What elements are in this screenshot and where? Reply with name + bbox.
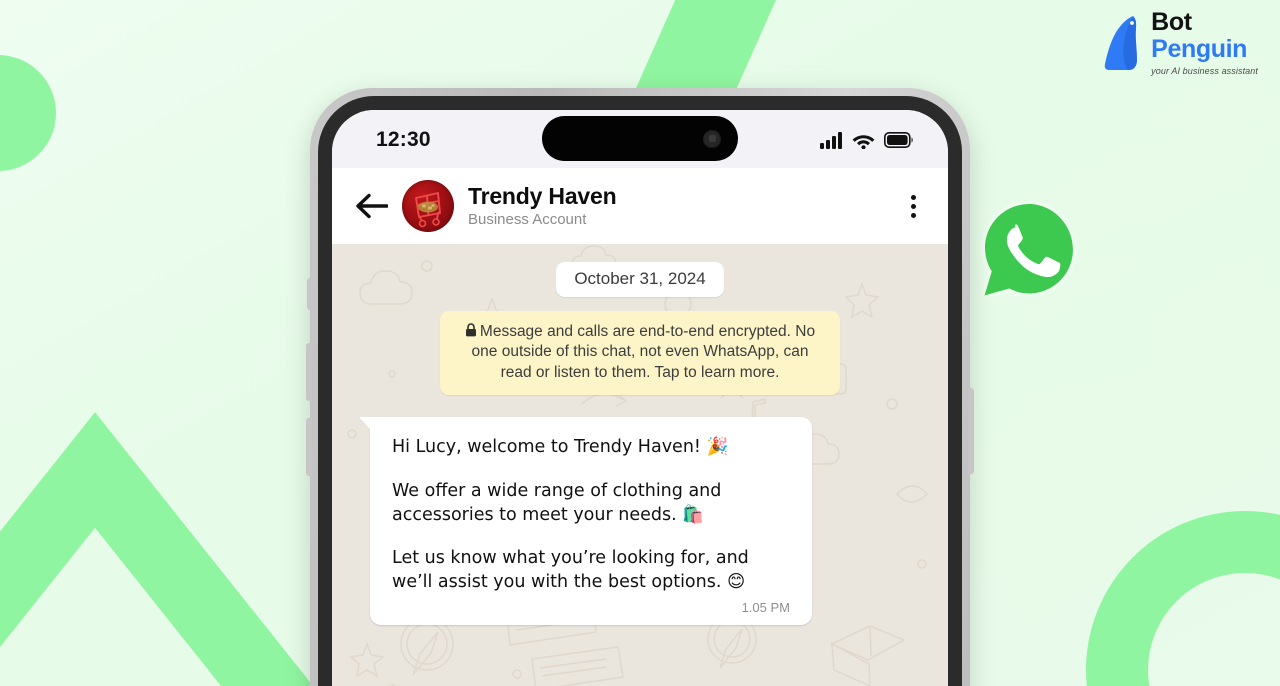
status-bar: 12:30 (332, 110, 948, 168)
decorative-ring-shape (1086, 511, 1280, 686)
avatar[interactable] (402, 180, 454, 232)
logo-text-penguin: Penguin (1151, 35, 1247, 63)
lock-icon (465, 323, 476, 337)
contact-subtitle: Business Account (468, 210, 587, 228)
volume-up-button[interactable] (306, 343, 312, 401)
status-bar-icons (820, 130, 914, 149)
power-button[interactable] (968, 388, 974, 474)
phone-mockup: 12:30 Trendy Haven Business Account Octo… (306, 88, 974, 686)
wifi-icon (852, 134, 875, 149)
botpenguin-logo: Bot Penguin your AI business assistant (1103, 10, 1258, 76)
date-divider: October 31, 2024 (556, 262, 724, 297)
whatsapp-logo-icon (984, 204, 1073, 296)
contact-name: Trendy Haven (468, 182, 617, 209)
logo-text-bot: Bot (1151, 8, 1192, 36)
back-arrow-icon[interactable] (356, 193, 388, 219)
message-paragraph: We offer a wide range of clothing and ac… (392, 480, 722, 525)
logo-tagline: your AI business assistant (1151, 66, 1258, 76)
chat-header-text: Trendy Haven Business Account (468, 183, 891, 230)
encryption-notice-text: Message and calls are end-to-end encrypt… (471, 323, 816, 381)
volume-down-button[interactable] (306, 418, 312, 476)
kebab-dot (911, 194, 916, 200)
kebab-dot (911, 212, 916, 218)
kebab-menu-icon[interactable] (905, 189, 922, 224)
dynamic-island (542, 116, 738, 161)
chat-content: October 31, 2024 Message and calls are e… (332, 262, 948, 626)
front-camera-icon (703, 129, 721, 148)
chat-body: October 31, 2024 Message and calls are e… (332, 244, 948, 686)
message-paragraph: Let us know what you’re looking for, and… (392, 547, 749, 592)
date-divider-row: October 31, 2024 (352, 262, 928, 297)
kebab-dot (911, 203, 916, 209)
decorative-chevron-shape (0, 412, 310, 686)
phone-screen: 12:30 Trendy Haven Business Account Octo… (332, 110, 948, 686)
message-bubble[interactable]: Hi Lucy, welcome to Trendy Haven! 🎉 We o… (359, 417, 812, 626)
message-row: Hi Lucy, welcome to Trendy Haven! 🎉 We o… (352, 417, 928, 626)
chat-header: Trendy Haven Business Account (332, 168, 948, 244)
message-timestamp: 1.05 PM (741, 600, 790, 616)
message-paragraph: Hi Lucy, welcome to Trendy Haven! 🎉 (392, 437, 729, 458)
encryption-notice[interactable]: Message and calls are end-to-end encrypt… (440, 311, 840, 396)
silence-switch-button[interactable] (307, 278, 312, 310)
cellular-signal-icon (820, 131, 842, 149)
shopping-cart-avatar-icon (415, 192, 441, 228)
battery-icon (884, 132, 913, 148)
encryption-notice-row: Message and calls are end-to-end encrypt… (352, 311, 928, 396)
status-bar-time: 12:30 (376, 128, 431, 151)
penguin-icon (1104, 16, 1138, 70)
